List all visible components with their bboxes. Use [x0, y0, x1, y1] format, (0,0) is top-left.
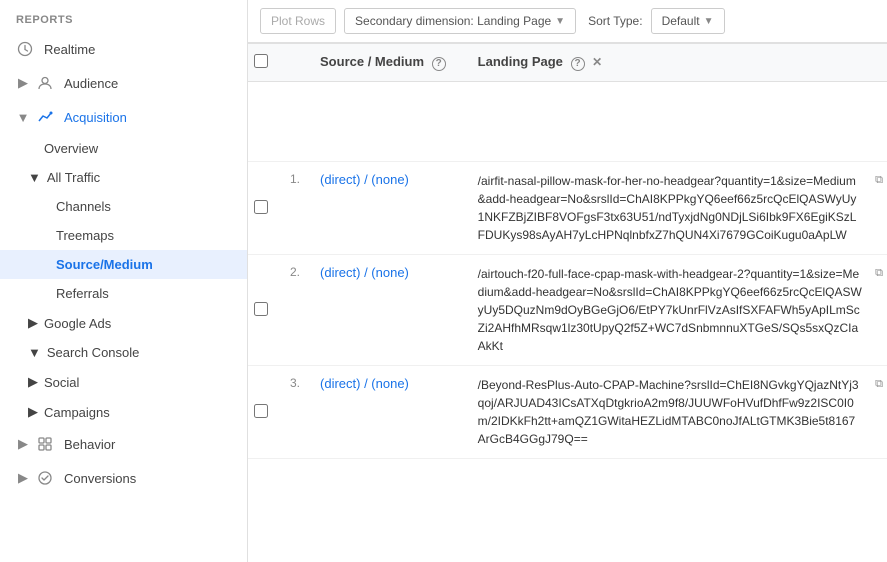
landing-page-close-icon[interactable]: ✕ — [590, 55, 604, 69]
secondary-dimension-label: Secondary dimension: Landing Page — [355, 14, 551, 28]
row-checkbox[interactable] — [254, 302, 268, 316]
landing-page-cell: /airtouch-f20-full-face-cpap-mask-with-h… — [466, 255, 887, 366]
acquisition-icon — [36, 108, 54, 126]
sidebar-item-realtime[interactable]: Realtime — [0, 32, 247, 66]
sidebar-item-channels[interactable]: Channels — [0, 192, 247, 221]
source-medium-help-icon[interactable]: ? — [432, 57, 446, 71]
row-checkbox-cell — [248, 162, 278, 255]
sidebar-item-realtime-label: Realtime — [44, 42, 95, 57]
sidebar-item-search-console[interactable]: ▼ Search Console — [0, 338, 247, 367]
external-link-icon[interactable]: ⧉ — [875, 172, 883, 189]
behavior-icon — [36, 435, 54, 453]
secondary-dimension-caret: ▼ — [555, 16, 565, 27]
external-link-icon[interactable]: ⧉ — [875, 265, 883, 282]
sort-type-label: Sort Type: — [588, 14, 642, 28]
sidebar-item-behavior[interactable]: ▶ Behavior — [0, 427, 247, 461]
person-icon — [36, 74, 54, 92]
table-row: 2. (direct) / (none) /airtouch-f20-full-… — [248, 255, 887, 366]
chevron-right-icon-behavior: ▶ — [16, 437, 30, 451]
landing-page-cell: /airfit-nasal-pillow-mask-for-her-no-hea… — [466, 162, 887, 255]
chevron-down-icon-searchconsole: ▼ — [28, 345, 41, 360]
sidebar-item-referrals-label: Referrals — [56, 286, 109, 301]
col-num-header — [278, 44, 308, 82]
col-source-medium-header: Source / Medium ? — [308, 44, 466, 82]
row-num: 1. — [278, 162, 308, 255]
table-row: 3. (direct) / (none) /Beyond-ResPlus-Aut… — [248, 366, 887, 459]
sort-default-label: Default — [662, 14, 700, 28]
sidebar-item-acquisition[interactable]: ▼ Acquisition — [0, 100, 247, 134]
landing-page-cell: /Beyond-ResPlus-Auto-CPAP-Machine?srslId… — [466, 366, 887, 459]
sidebar-item-overview[interactable]: Overview — [0, 134, 247, 163]
chevron-right-icon-conversions: ▶ — [16, 471, 30, 485]
chevron-right-icon: ▶ — [16, 76, 30, 90]
sidebar-item-all-traffic[interactable]: ▼ All Traffic — [0, 163, 247, 192]
main-content: Plot Rows Secondary dimension: Landing P… — [248, 0, 887, 562]
sidebar-item-channels-label: Channels — [56, 199, 111, 214]
sidebar-item-google-ads-label: Google Ads — [44, 316, 111, 331]
sidebar-item-campaigns-label: Campaigns — [44, 405, 110, 420]
col-landing-page-header: Landing Page ? ✕ — [466, 44, 887, 82]
chevron-right-icon-campaigns: ▶ — [28, 404, 38, 420]
sidebar-item-social[interactable]: ▶ Social — [0, 367, 247, 397]
secondary-dimension-dropdown[interactable]: Secondary dimension: Landing Page ▼ — [344, 8, 576, 34]
sidebar-item-source-medium-label: Source/Medium — [56, 257, 153, 272]
sidebar-item-social-label: Social — [44, 375, 79, 390]
source-medium-cell: (direct) / (none) — [308, 366, 466, 459]
source-medium-link[interactable]: (direct) / (none) — [320, 265, 409, 280]
source-medium-cell: (direct) / (none) — [308, 255, 466, 366]
chevron-down-icon: ▼ — [16, 110, 30, 124]
toolbar: Plot Rows Secondary dimension: Landing P… — [248, 0, 887, 43]
col-checkbox — [248, 44, 278, 82]
sidebar: REPORTS Realtime ▶ Audience ▼ — [0, 0, 248, 562]
plot-rows-button[interactable]: Plot Rows — [260, 8, 336, 34]
select-all-checkbox[interactable] — [254, 54, 268, 68]
clock-icon — [16, 40, 34, 58]
data-table: Source / Medium ? Landing Page ? ✕ 1. (d… — [248, 43, 887, 459]
row-num: 2. — [278, 255, 308, 366]
sidebar-item-treemaps-label: Treemaps — [56, 228, 114, 243]
sort-type-dropdown[interactable]: Default ▼ — [651, 8, 725, 34]
chevron-right-icon-social: ▶ — [28, 374, 38, 390]
sidebar-item-referrals[interactable]: Referrals — [0, 279, 247, 308]
sidebar-item-acquisition-label: Acquisition — [64, 110, 127, 125]
row-num: 3. — [278, 366, 308, 459]
sidebar-item-campaigns[interactable]: ▶ Campaigns — [0, 397, 247, 427]
sort-caret: ▼ — [704, 16, 714, 27]
row-checkbox-cell — [248, 255, 278, 366]
reports-label: REPORTS — [0, 0, 247, 32]
chevron-right-icon-googleads: ▶ — [28, 315, 38, 331]
sidebar-item-audience-label: Audience — [64, 76, 118, 91]
external-link-icon[interactable]: ⧉ — [875, 376, 883, 393]
source-medium-link[interactable]: (direct) / (none) — [320, 172, 409, 187]
sidebar-item-search-console-label: Search Console — [47, 345, 140, 360]
source-medium-cell: (direct) / (none) — [308, 162, 466, 255]
sidebar-item-source-medium[interactable]: Source/Medium — [0, 250, 247, 279]
row-checkbox-cell — [248, 366, 278, 459]
sidebar-item-google-ads[interactable]: ▶ Google Ads — [0, 308, 247, 338]
sidebar-item-behavior-label: Behavior — [64, 437, 115, 452]
sidebar-item-conversions[interactable]: ▶ Conversions — [0, 461, 247, 495]
row-checkbox[interactable] — [254, 200, 268, 214]
sidebar-item-overview-label: Overview — [44, 141, 98, 156]
chevron-down-icon-alltraffic: ▼ — [28, 170, 41, 185]
data-table-area: Source / Medium ? Landing Page ? ✕ 1. (d… — [248, 43, 887, 562]
landing-page-help-icon[interactable]: ? — [571, 57, 585, 71]
sidebar-item-treemaps[interactable]: Treemaps — [0, 221, 247, 250]
source-medium-link[interactable]: (direct) / (none) — [320, 376, 409, 391]
row-checkbox[interactable] — [254, 404, 268, 418]
sidebar-item-audience[interactable]: ▶ Audience — [0, 66, 247, 100]
table-row: 1. (direct) / (none) /airfit-nasal-pillo… — [248, 162, 887, 255]
conversions-icon — [36, 469, 54, 487]
sidebar-item-conversions-label: Conversions — [64, 471, 136, 486]
sidebar-item-all-traffic-label: All Traffic — [47, 170, 100, 185]
